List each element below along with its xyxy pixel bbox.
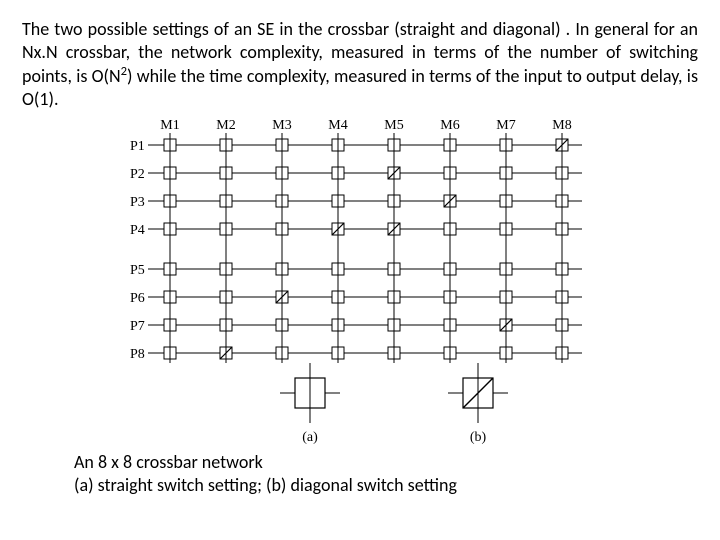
row-label: P4	[130, 223, 145, 238]
col-label: M7	[496, 118, 515, 133]
body-paragraph: The two possible settings of an SE in th…	[22, 18, 698, 111]
figure-caption: An 8 x 8 crossbar network (a) straight s…	[74, 451, 698, 496]
crossbar-figure: M1 M2 M3 M4 M5 M6 M7 M8 P1 P2 P3 P4 P5 P6 P7 P8 (a) (b)	[22, 115, 698, 445]
col-label: M2	[216, 118, 235, 133]
legend-label: (b)	[470, 430, 487, 445]
row-label: P6	[130, 291, 145, 306]
col-label: M3	[272, 118, 291, 133]
legend-label: (a)	[302, 430, 318, 445]
caption-line-1: An 8 x 8 crossbar network	[74, 451, 698, 474]
col-label: M4	[328, 118, 347, 133]
col-label: M6	[440, 118, 459, 133]
caption-line-2: (a) straight switch setting; (b) diagona…	[74, 474, 698, 497]
col-label: M5	[384, 118, 403, 133]
row-label: P8	[130, 347, 145, 362]
row-label: P2	[130, 167, 145, 182]
col-label: M1	[160, 118, 179, 133]
row-label: P7	[130, 319, 145, 334]
row-label: P3	[130, 195, 145, 210]
col-label: M8	[552, 118, 571, 133]
crossbar-svg: M1 M2 M3 M4 M5 M6 M7 M8 P1 P2 P3 P4 P5 P6 P7 P8 (a) (b)	[100, 115, 620, 445]
row-label: P1	[130, 139, 145, 154]
row-label: P5	[130, 263, 145, 278]
